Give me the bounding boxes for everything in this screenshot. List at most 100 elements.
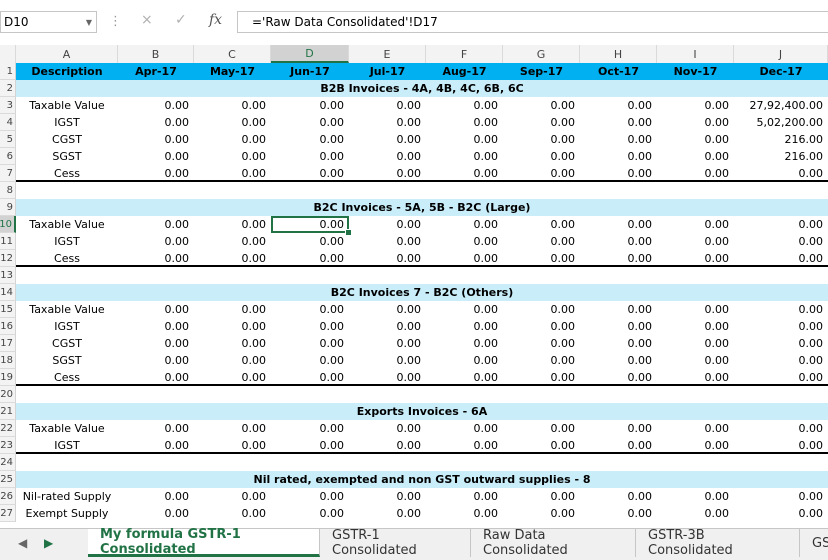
value-cell[interactable]: 0.00: [657, 250, 734, 267]
value-cell[interactable]: 0.00: [734, 216, 828, 233]
value-cell[interactable]: 0.00: [271, 165, 349, 182]
value-cell[interactable]: 0.00: [194, 505, 271, 522]
value-cell[interactable]: 0.00: [194, 352, 271, 369]
value-cell[interactable]: 0.00: [426, 233, 503, 250]
value-cell[interactable]: 0.00: [194, 114, 271, 131]
row-label-cell[interactable]: Taxable Value: [16, 420, 118, 437]
value-cell[interactable]: 0.00: [657, 97, 734, 114]
value-cell[interactable]: 0.00: [271, 114, 349, 131]
row-header-20[interactable]: 20: [0, 386, 16, 403]
value-cell[interactable]: 0.00: [426, 165, 503, 182]
value-cell[interactable]: 0.00: [580, 216, 657, 233]
header-cell[interactable]: Description: [16, 63, 118, 80]
header-cell[interactable]: Sep-17: [503, 63, 580, 80]
value-cell[interactable]: 0.00: [503, 97, 580, 114]
value-cell[interactable]: 0.00: [271, 369, 349, 386]
row-label-cell[interactable]: SGST: [16, 352, 118, 369]
value-cell[interactable]: 0.00: [194, 165, 271, 182]
value-cell[interactable]: 0.00: [657, 114, 734, 131]
value-cell[interactable]: 0.00: [503, 369, 580, 386]
value-cell[interactable]: 0.00: [271, 420, 349, 437]
value-cell[interactable]: 0.00: [349, 369, 426, 386]
row-header-7[interactable]: 7: [0, 165, 16, 182]
section-title[interactable]: B2C Invoices - 5A, 5B - B2C (Large): [16, 199, 828, 216]
value-cell[interactable]: 0.00: [194, 369, 271, 386]
value-cell[interactable]: 0.00: [349, 148, 426, 165]
value-cell[interactable]: 0.00: [118, 335, 194, 352]
value-cell[interactable]: 0.00: [426, 114, 503, 131]
value-cell[interactable]: 0.00: [349, 233, 426, 250]
name-box[interactable]: D10 ▼: [0, 11, 97, 33]
value-cell[interactable]: 0.00: [118, 114, 194, 131]
sheet-tab[interactable]: GSTR-3B Consolidated: [636, 528, 800, 558]
value-cell[interactable]: 0.00: [194, 250, 271, 267]
value-cell[interactable]: 0.00: [349, 131, 426, 148]
row-header-16[interactable]: 16: [0, 318, 16, 335]
value-cell[interactable]: 0.00: [118, 148, 194, 165]
value-cell[interactable]: 0.00: [118, 301, 194, 318]
value-cell[interactable]: 0.00: [734, 369, 828, 386]
row-label-cell[interactable]: IGST: [16, 437, 118, 454]
value-cell[interactable]: 0.00: [657, 369, 734, 386]
value-cell[interactable]: 0.00: [426, 505, 503, 522]
value-cell[interactable]: 0.00: [349, 437, 426, 454]
value-cell[interactable]: 0.00: [657, 352, 734, 369]
value-cell[interactable]: 0.00: [426, 352, 503, 369]
row-header-8[interactable]: 8: [0, 182, 16, 199]
sheet-tab[interactable]: GSTR-1 Consolidated: [320, 528, 471, 558]
value-cell[interactable]: 0.00: [271, 148, 349, 165]
value-cell[interactable]: 0.00: [580, 352, 657, 369]
value-cell[interactable]: 0.00: [657, 437, 734, 454]
header-cell[interactable]: Apr-17: [118, 63, 194, 80]
value-cell[interactable]: 0.00: [657, 318, 734, 335]
value-cell[interactable]: 0.00: [657, 488, 734, 505]
value-cell[interactable]: 0.00: [426, 250, 503, 267]
value-cell[interactable]: 0.00: [271, 335, 349, 352]
value-cell[interactable]: 0.00: [426, 131, 503, 148]
row-label-cell[interactable]: CGST: [16, 131, 118, 148]
value-cell[interactable]: 0.00: [118, 233, 194, 250]
value-cell[interactable]: 0.00: [503, 165, 580, 182]
value-cell[interactable]: 0.00: [580, 114, 657, 131]
value-cell[interactable]: 27,92,400.00: [734, 97, 828, 114]
value-cell[interactable]: 0.00: [271, 318, 349, 335]
value-cell[interactable]: 0.00: [349, 352, 426, 369]
insert-function-icon[interactable]: fx: [209, 12, 222, 28]
value-cell[interactable]: 0.00: [118, 216, 194, 233]
value-cell[interactable]: 0.00: [426, 216, 503, 233]
value-cell[interactable]: 0.00: [734, 233, 828, 250]
cancel-icon[interactable]: ×: [141, 12, 153, 28]
sheet-tab[interactable]: GS: [800, 529, 828, 557]
value-cell[interactable]: 0.00: [503, 352, 580, 369]
value-cell[interactable]: 0.00: [194, 97, 271, 114]
value-cell[interactable]: 0.00: [349, 301, 426, 318]
value-cell[interactable]: 5,02,200.00: [734, 114, 828, 131]
row-header-14[interactable]: 14: [0, 284, 16, 301]
row-header-21[interactable]: 21: [0, 403, 16, 420]
value-cell[interactable]: 0.00: [580, 301, 657, 318]
row-label-cell[interactable]: Cess: [16, 250, 118, 267]
value-cell[interactable]: 0.00: [580, 369, 657, 386]
value-cell[interactable]: 0.00: [426, 437, 503, 454]
value-cell[interactable]: 216.00: [734, 148, 828, 165]
row-header-5[interactable]: 5: [0, 131, 16, 148]
row-header-2[interactable]: 2: [0, 80, 16, 97]
value-cell[interactable]: 0.00: [271, 97, 349, 114]
value-cell[interactable]: 0.00: [580, 165, 657, 182]
header-cell[interactable]: Jun-17: [271, 63, 349, 80]
value-cell[interactable]: 0.00: [734, 420, 828, 437]
value-cell[interactable]: 0.00: [503, 301, 580, 318]
value-cell[interactable]: 0.00: [503, 335, 580, 352]
row-label-cell[interactable]: Taxable Value: [16, 97, 118, 114]
row-label-cell[interactable]: Taxable Value: [16, 216, 118, 233]
row-label-cell[interactable]: IGST: [16, 114, 118, 131]
value-cell[interactable]: 0.00: [734, 488, 828, 505]
formula-input[interactable]: ='Raw Data Consolidated'!D17: [237, 11, 828, 33]
value-cell[interactable]: 0.00: [118, 437, 194, 454]
value-cell[interactable]: 0.00: [657, 216, 734, 233]
column-header-b[interactable]: B: [118, 45, 194, 63]
value-cell[interactable]: 0.00: [580, 437, 657, 454]
value-cell[interactable]: 216.00: [734, 131, 828, 148]
row-label-cell[interactable]: Nil-rated Supply: [16, 488, 118, 505]
row-header-18[interactable]: 18: [0, 352, 16, 369]
